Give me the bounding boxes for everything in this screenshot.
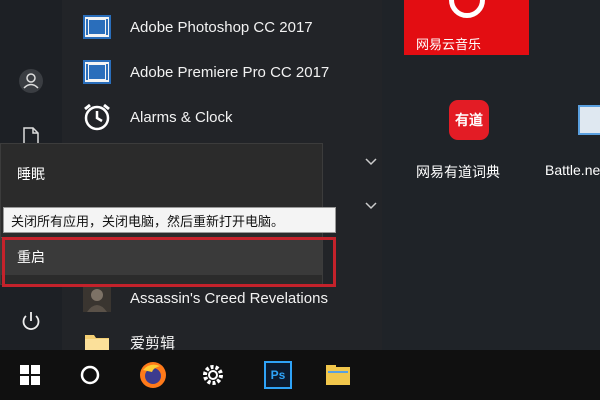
battlenet-icon (578, 105, 600, 135)
app-label: Adobe Premiere Pro CC 2017 (130, 63, 330, 81)
app-item-premiere[interactable]: Adobe Premiere Pro CC 2017 (82, 52, 382, 92)
windows-start-icon[interactable] (0, 350, 60, 400)
app-label: Assassin's Creed Revelations (130, 289, 328, 307)
restart-tooltip: 关闭所有应用，关闭电脑，然后重新打开电脑。 (3, 207, 336, 233)
power-icon[interactable] (16, 306, 46, 336)
tile-label: Battle.ne (545, 162, 600, 178)
restart-label: 重启 (17, 248, 45, 265)
taskbar: Ps (0, 350, 600, 400)
tile-battlenet[interactable]: Battle.ne (542, 85, 600, 185)
tile-label: 网易有道词典 (416, 164, 500, 180)
sleep-label: 睡眠 (17, 166, 45, 182)
tile-netease-music[interactable]: 网易云音乐 (404, 0, 529, 55)
youdao-icon: 有道 (449, 100, 489, 140)
app-label: Alarms & Clock (130, 108, 233, 126)
netease-music-icon (449, 0, 485, 18)
tile-label: 网易云音乐 (416, 37, 482, 52)
photoshop-label: Ps (270, 368, 286, 382)
adobe-app-icon (82, 12, 112, 42)
game-icon (82, 283, 112, 313)
tile-youdao[interactable]: 有道 网易有道词典 (404, 85, 529, 185)
chevron-down-icon[interactable] (364, 155, 378, 169)
photoshop-icon[interactable]: Ps (248, 350, 308, 400)
app-item-photoshop[interactable]: Adobe Photoshop CC 2017 (82, 7, 382, 47)
cortana-icon[interactable] (60, 350, 120, 400)
file-explorer-icon[interactable] (308, 350, 368, 400)
app-item-alarms-clock[interactable]: Alarms & Clock (82, 97, 382, 137)
chevron-down-icon[interactable] (364, 199, 378, 213)
sleep-menu-item[interactable]: 睡眠 (1, 144, 322, 204)
youdao-badge-text: 有道 (455, 112, 483, 128)
firefox-icon[interactable] (123, 350, 183, 400)
tooltip-text: 关闭所有应用，关闭电脑，然后重新打开电脑。 (11, 213, 285, 229)
adobe-app-icon (82, 57, 112, 87)
user-account-icon[interactable] (16, 66, 46, 96)
start-tiles: 网易云音乐 有道 网易有道词典 Battle.ne (382, 0, 600, 350)
app-label: Adobe Photoshop CC 2017 (130, 18, 313, 36)
alarm-clock-icon (82, 102, 112, 132)
settings-gear-icon[interactable] (183, 350, 243, 400)
restart-menu-item[interactable]: 重启 (1, 237, 322, 275)
